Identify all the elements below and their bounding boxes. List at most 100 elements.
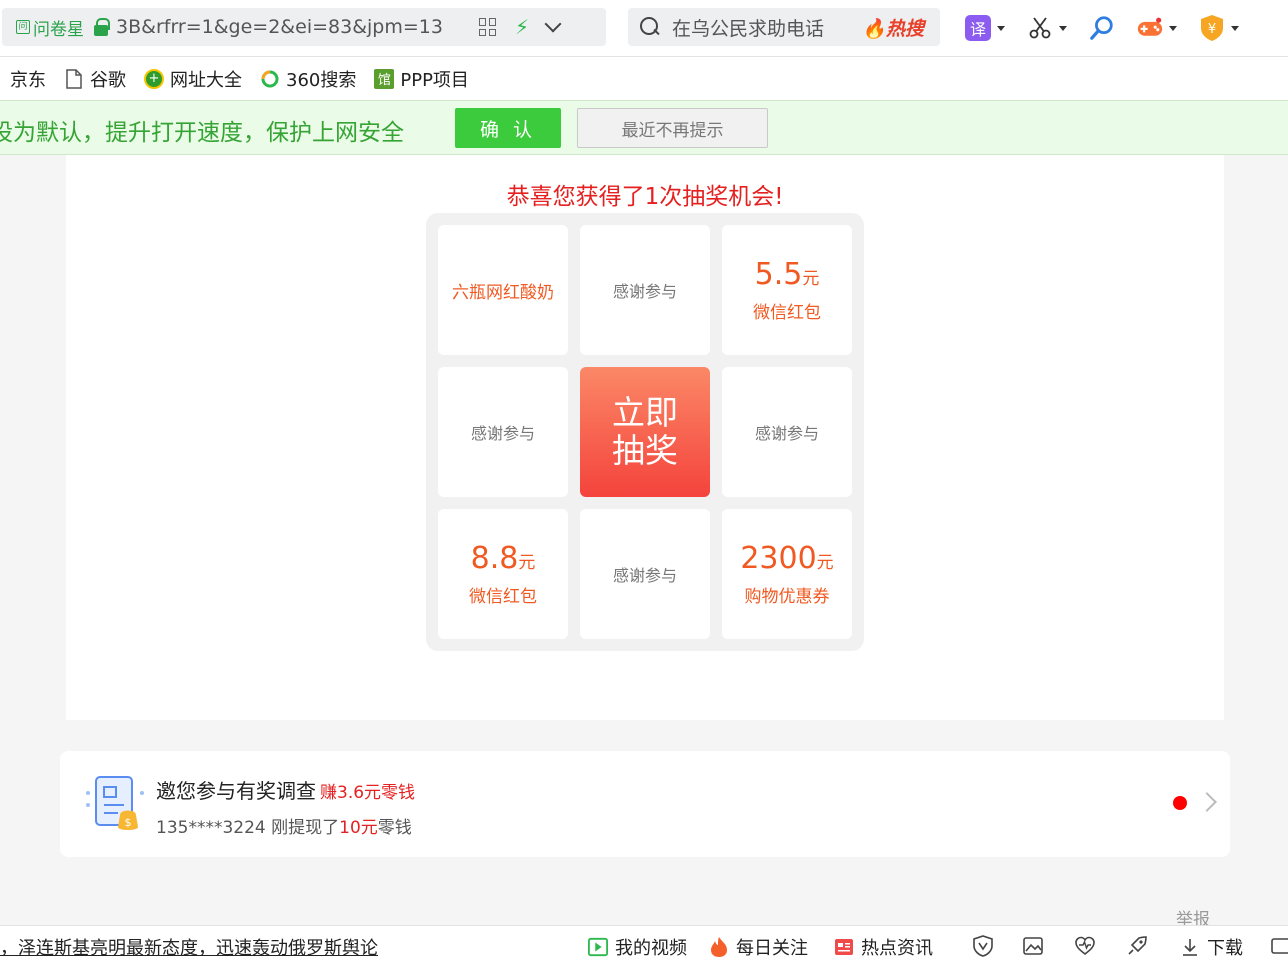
heart-pulse-icon[interactable]: [1074, 935, 1096, 957]
translate-icon: 译: [965, 15, 991, 41]
dropdown-arrow-icon: [1059, 25, 1067, 31]
lock-icon[interactable]: [94, 18, 110, 36]
browser-toolbar: 问 问卷星 3B&rfrr=1&ge=2&ei=83&jpm=13 ⚡ 在乌公民…: [0, 0, 1288, 57]
amount-unit: 元: [802, 268, 820, 289]
library-icon: 馆: [374, 68, 395, 89]
prize-label: 微信红包: [469, 586, 537, 607]
speed-mode-icon[interactable]: ⚡: [515, 15, 529, 39]
qr-code-icon[interactable]: [479, 18, 497, 36]
magnifier-tool-button[interactable]: [1089, 15, 1115, 41]
flame-icon: [709, 937, 729, 957]
magnifier-icon: [1089, 15, 1115, 41]
dont-remind-button[interactable]: 最近不再提示: [577, 108, 768, 148]
flame-icon: 🔥: [862, 17, 886, 40]
ticker-prefix: 135****3224 刚提现了: [156, 818, 340, 838]
plus-circle-icon: +: [144, 68, 164, 89]
site-name: 问卷星: [33, 19, 84, 40]
daily-follow-label: 每日关注: [736, 938, 808, 959]
chevron-down-icon[interactable]: [544, 15, 562, 33]
game-button[interactable]: [1137, 15, 1177, 41]
prize-label: 感谢参与: [470, 424, 535, 443]
notice-message: 设为默认，提升打开速度，保护上网安全: [0, 120, 404, 146]
survey-ticker: 135****3224 刚提现了10元零钱: [156, 813, 412, 838]
shield-yuan-icon: ¥: [1199, 15, 1225, 41]
ticker-amount: 10元: [339, 818, 378, 838]
chevron-right-icon[interactable]: [1197, 792, 1217, 812]
download-button[interactable]: 下载: [1180, 934, 1243, 960]
confirm-button[interactable]: 确 认: [455, 108, 561, 148]
360-search-icon: [260, 69, 280, 89]
my-video-button[interactable]: 我的视频: [588, 934, 687, 960]
hot-news-label: 热点资讯: [861, 938, 933, 959]
default-browser-notice: 设为默认，提升打开速度，保护上网安全 确 认 最近不再提示: [0, 100, 1288, 155]
prize-amount: 8.8元: [470, 540, 536, 580]
amount-unit: 元: [816, 552, 834, 573]
survey-invite-banner[interactable]: $ 邀您参与有奖调查 赚3.6元零钱 135****3224 刚提现了10元零钱: [60, 751, 1230, 857]
survey-title-line: 邀您参与有奖调查 赚3.6元零钱: [156, 775, 415, 804]
bookmark-label: 谷歌: [90, 69, 126, 91]
prize-label: 六瓶网红酸奶: [452, 282, 554, 303]
bookmark-ppp-project[interactable]: 馆 PPP项目: [374, 66, 469, 92]
bookmarks-bar: 京东 谷歌 + 网址大全 360搜索 馆 PPP项目: [0, 57, 1288, 100]
rocket-icon[interactable]: [1126, 935, 1148, 957]
site-favicon-icon: 问: [16, 20, 30, 34]
bookmark-label: 360搜索: [286, 69, 357, 91]
hot-search-label[interactable]: 🔥热搜: [862, 14, 924, 41]
dropdown-arrow-icon: [997, 25, 1005, 31]
address-bar[interactable]: 问 问卷星 3B&rfrr=1&ge=2&ei=83&jpm=13 ⚡: [2, 8, 606, 46]
bookmark-label: 京东: [10, 69, 46, 91]
amount-unit: 元: [518, 552, 536, 573]
gamepad-icon: [1137, 15, 1163, 41]
congrats-title: 恭喜您获得了1次抽奖机会!: [506, 184, 784, 210]
toolbar-extensions: 译 ¥: [965, 10, 1261, 46]
prize-amount: 5.5元: [754, 256, 820, 296]
draw-button-line-1: 立即: [612, 393, 678, 432]
news-icon: [834, 937, 854, 957]
lottery-board: 六瓶网红酸奶 感谢参与 5.5元 微信红包 感谢参与 立即 抽奖 感谢参与 8.…: [426, 213, 864, 651]
video-play-icon: [588, 937, 608, 957]
wallet-button[interactable]: ¥: [1199, 15, 1239, 41]
prize-cell-thanks: 感谢参与: [580, 225, 710, 355]
prize-label: 感谢参与: [754, 424, 819, 443]
dropdown-arrow-icon: [1169, 25, 1177, 31]
bookmark-url-directory[interactable]: + 网址大全: [144, 66, 242, 92]
my-video-label: 我的视频: [615, 938, 687, 959]
prize-cell-yogurt: 六瓶网红酸奶: [438, 225, 568, 355]
prize-label: 感谢参与: [612, 566, 677, 585]
search-input[interactable]: 在乌公民求助电话: [672, 14, 824, 41]
draw-button-line-2: 抽奖: [612, 431, 678, 470]
search-box[interactable]: 在乌公民求助电话 🔥热搜: [628, 8, 940, 46]
lottery-card: 恭喜您获得了1次抽奖机会! 六瓶网红酸奶 感谢参与 5.5元 微信红包 感谢参与…: [66, 155, 1224, 720]
bookmark-360-search[interactable]: 360搜索: [260, 66, 356, 92]
search-icon[interactable]: [640, 17, 660, 37]
prize-cell-thanks: 感谢参与: [580, 509, 710, 639]
url-text[interactable]: 3B&rfrr=1&ge=2&ei=83&jpm=13: [116, 16, 466, 38]
amount-value: 5.5: [754, 256, 803, 292]
daily-follow-button[interactable]: 每日关注: [709, 934, 808, 960]
bookmark-label: 网址大全: [170, 69, 242, 91]
bookmark-google[interactable]: 谷歌: [64, 66, 126, 92]
hot-search-text: 热搜: [885, 17, 924, 40]
amount-value: 2300: [740, 540, 817, 576]
document-icon: [64, 68, 84, 89]
image-icon[interactable]: [1022, 935, 1044, 957]
ticker-suffix: 零钱: [377, 818, 412, 838]
svg-text:$: $: [125, 816, 132, 829]
survey-document-icon: $: [86, 776, 144, 830]
window-icon[interactable]: [1270, 935, 1288, 957]
prize-label: 感谢参与: [612, 282, 677, 301]
survey-earn-amount: 赚3.6元零钱: [320, 783, 416, 803]
amount-value: 8.8: [470, 540, 519, 576]
prize-cell-red-packet-5-5: 5.5元 微信红包: [722, 225, 852, 355]
draw-now-button[interactable]: 立即 抽奖: [580, 367, 710, 497]
dropdown-arrow-icon: [1231, 25, 1239, 31]
svg-text:¥: ¥: [1208, 22, 1216, 37]
bookmark-jd[interactable]: 京东: [10, 66, 46, 92]
prize-label: 微信红包: [753, 302, 821, 323]
news-ticker-link[interactable]: ，泽连斯基亮明最新态度，迅速轰动俄罗斯舆论: [0, 934, 378, 960]
prize-cell-red-packet-8-8: 8.8元 微信红包: [438, 509, 568, 639]
shield-icon[interactable]: [972, 935, 994, 957]
screenshot-button[interactable]: [1027, 15, 1067, 41]
translate-button[interactable]: 译: [965, 15, 1005, 41]
hot-news-button[interactable]: 热点资讯: [834, 934, 933, 960]
